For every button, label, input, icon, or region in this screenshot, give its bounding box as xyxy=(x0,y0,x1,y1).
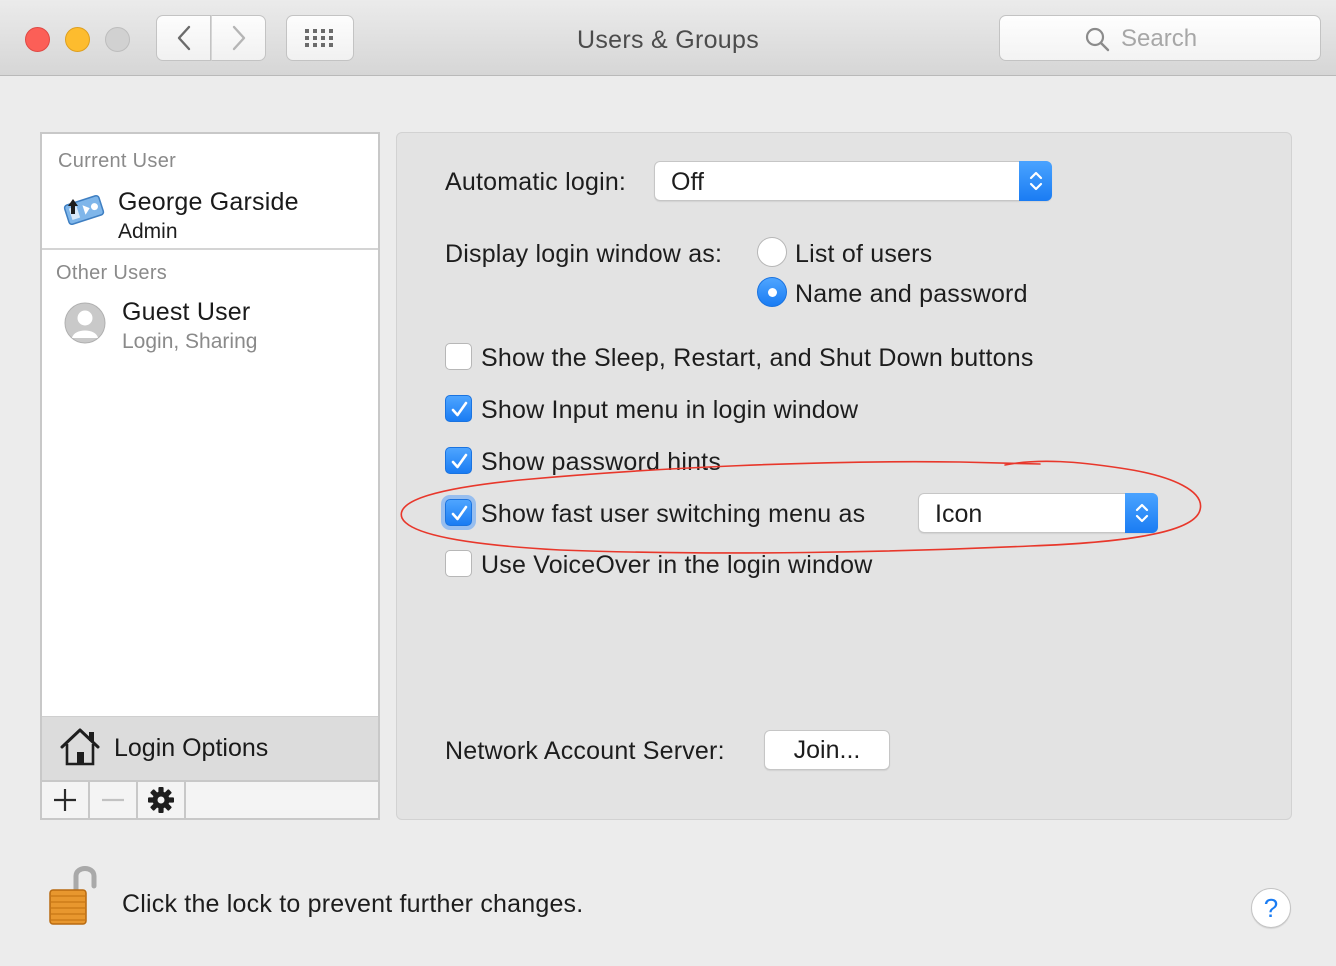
checkbox-password-hints-label[interactable]: Show password hints xyxy=(481,448,721,477)
plus-icon xyxy=(54,789,76,811)
lock-status-text: Click the lock to prevent further change… xyxy=(122,890,584,918)
house-icon xyxy=(60,728,100,766)
title-bar: Users & Groups Search xyxy=(0,0,1336,76)
checkbox-input-menu-label[interactable]: Show Input menu in login window xyxy=(481,396,858,425)
remove-user-button[interactable] xyxy=(90,782,138,818)
radio-list-of-users[interactable] xyxy=(757,237,787,267)
chevron-left-icon xyxy=(177,25,190,51)
minimize-window-button[interactable] xyxy=(65,27,90,52)
show-all-grid-icon xyxy=(305,29,333,47)
show-all-button[interactable] xyxy=(286,15,354,61)
current-user-role: Admin xyxy=(118,220,178,243)
login-options-label: Login Options xyxy=(114,734,269,762)
radio-list-of-users-label[interactable]: List of users xyxy=(795,240,932,269)
checkbox-voiceover-label[interactable]: Use VoiceOver in the login window xyxy=(481,551,873,580)
search-field[interactable]: Search xyxy=(999,15,1321,61)
search-placeholder: Search xyxy=(1121,25,1198,52)
users-list-panel: Current User George Garside Admin Other … xyxy=(40,132,380,820)
radio-name-and-password-label[interactable]: Name and password xyxy=(795,280,1028,309)
close-window-button[interactable] xyxy=(25,27,50,52)
checkmark-icon xyxy=(451,505,468,521)
checkbox-fast-user-switching-label[interactable]: Show fast user switching menu as xyxy=(481,500,865,529)
guest-user-detail: Login, Sharing xyxy=(122,330,258,353)
checkmark-icon xyxy=(451,401,468,417)
minus-icon xyxy=(102,798,124,802)
users-list-toolbar xyxy=(42,780,378,818)
radio-name-and-password[interactable] xyxy=(757,277,787,307)
guest-avatar-icon xyxy=(64,302,106,344)
checkbox-voiceover[interactable] xyxy=(445,550,472,577)
forward-button[interactable] xyxy=(211,15,266,61)
checkmark-icon xyxy=(451,453,468,469)
action-menu-button[interactable] xyxy=(138,782,186,818)
back-button[interactable] xyxy=(156,15,211,61)
login-options-panel: Automatic login: Off Display login windo… xyxy=(396,132,1292,820)
login-options-item[interactable]: Login Options xyxy=(42,716,378,780)
search-icon xyxy=(1085,27,1110,52)
checkbox-sleep-restart-shutdown[interactable] xyxy=(445,343,472,370)
checkbox-sleep-restart-shutdown-label[interactable]: Show the Sleep, Restart, and Shut Down b… xyxy=(481,344,1034,373)
checkbox-password-hints[interactable] xyxy=(445,447,472,474)
zoom-window-button[interactable] xyxy=(105,27,130,52)
checkbox-fast-user-switching[interactable] xyxy=(445,499,472,526)
automatic-login-popup[interactable]: Off xyxy=(654,161,1052,201)
popup-stepper-icon xyxy=(1019,161,1052,201)
join-button[interactable]: Join... xyxy=(764,730,890,770)
unlocked-padlock-icon[interactable] xyxy=(46,862,100,926)
automatic-login-value: Off xyxy=(671,168,704,196)
current-user-heading: Current User xyxy=(58,150,177,172)
fast-user-switching-value: Icon xyxy=(935,500,983,528)
current-user-name: George Garside xyxy=(118,188,299,216)
checkbox-input-menu[interactable] xyxy=(445,395,472,422)
network-account-server-label: Network Account Server: xyxy=(445,737,725,765)
other-users-heading: Other Users xyxy=(56,262,168,284)
guest-user-name: Guest User xyxy=(122,298,251,326)
popup-stepper-icon xyxy=(1125,493,1158,533)
window-title: Users & Groups xyxy=(576,26,760,54)
divider xyxy=(42,248,378,250)
display-login-label: Display login window as: xyxy=(445,240,723,268)
user-avatar-icon xyxy=(63,194,105,226)
gear-icon xyxy=(148,787,174,813)
automatic-login-label: Automatic login: xyxy=(445,168,627,196)
help-button[interactable]: ? xyxy=(1251,888,1291,928)
fast-user-switching-popup[interactable]: Icon xyxy=(918,493,1158,533)
chevron-right-icon xyxy=(232,25,245,51)
add-user-button[interactable] xyxy=(42,782,90,818)
